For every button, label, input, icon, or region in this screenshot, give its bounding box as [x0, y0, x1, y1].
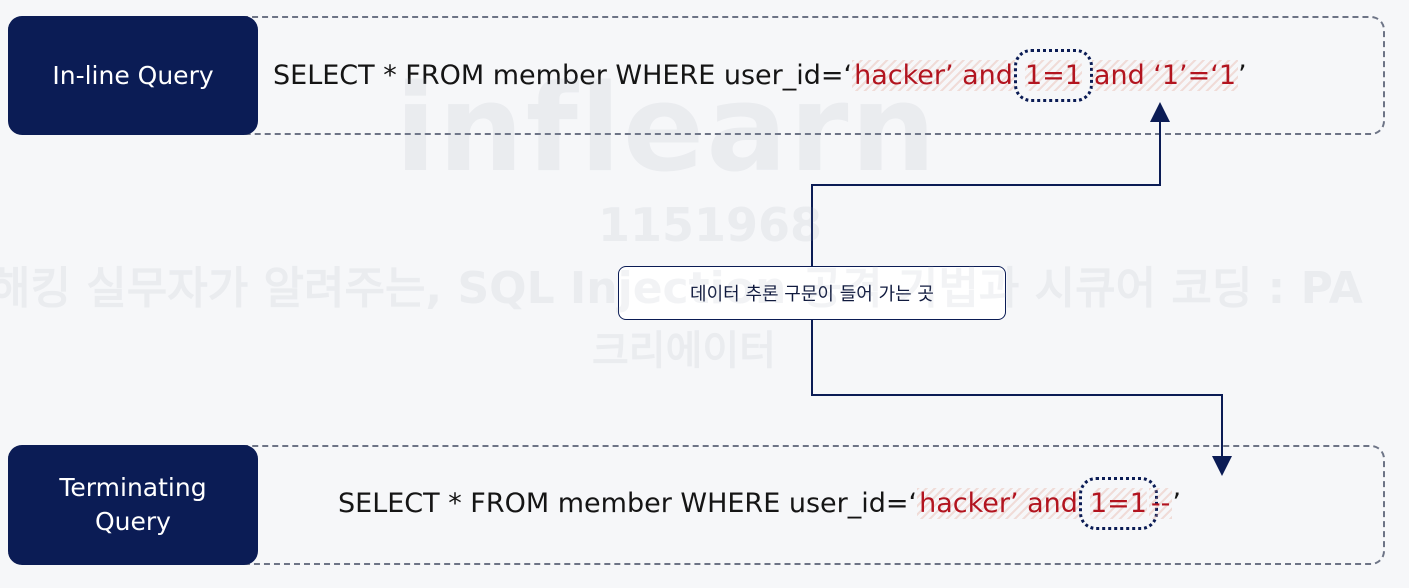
diagram-canvas: In-line Query SELECT * FROM member WHERE…	[0, 0, 1409, 588]
connector-to-inline-slot	[811, 102, 1170, 266]
inference-location-callout: 데이터 추론 구문이 들어 가는 곳	[618, 266, 1006, 320]
connector-to-terminating-slot	[811, 320, 1232, 476]
